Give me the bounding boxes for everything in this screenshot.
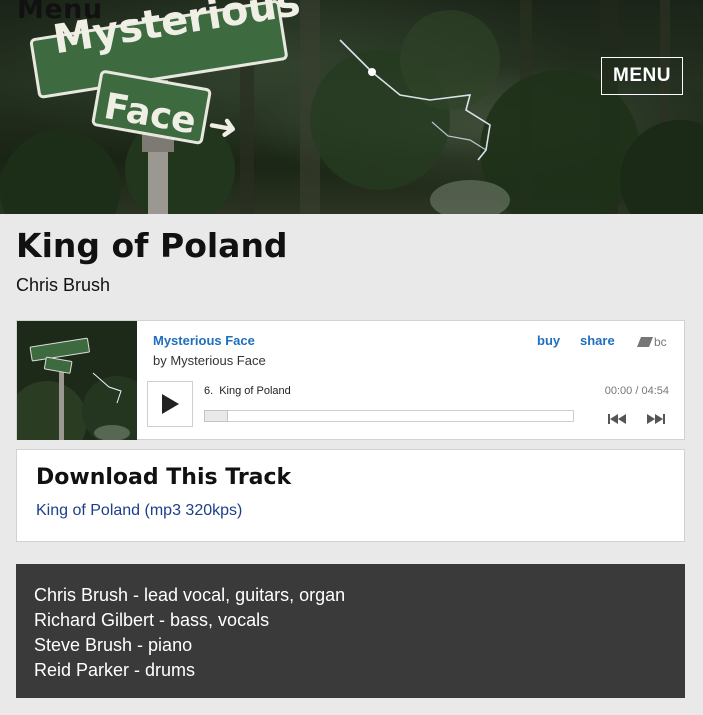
bandcamp-logo-icon — [637, 337, 653, 347]
artist-name: Chris Brush — [16, 275, 111, 295]
skip-back-icon — [608, 414, 626, 424]
skip-forward-icon — [647, 414, 665, 424]
album-art[interactable] — [17, 321, 137, 440]
hero-banner: Mysterious Face ➜ Menu MENU — [0, 0, 703, 214]
download-link[interactable]: King of Poland (mp3 320kps) — [36, 502, 242, 520]
bandcamp-logo[interactable]: bc — [637, 335, 667, 349]
credit-line: Richard Gilbert - bass, vocals — [34, 610, 270, 630]
current-track: 6. King of Poland — [204, 385, 291, 397]
page-title: King of Poland — [16, 226, 288, 265]
time-readout: 00:00 / 04:54 — [604, 385, 669, 397]
menu-button[interactable]: MENU — [601, 57, 683, 95]
credits-panel: Chris Brush - lead vocal, guitars, organ… — [16, 564, 685, 698]
credit-line: Steve Brush - piano — [34, 635, 193, 655]
share-link[interactable]: share — [580, 333, 615, 348]
credit-line: Reid Parker - drums — [34, 660, 196, 680]
bandcamp-logo-label: bc — [654, 335, 667, 349]
credit-line: Chris Brush - lead vocal, guitars, organ — [34, 585, 346, 605]
download-heading: Download This Track — [36, 465, 292, 490]
download-box: Download This Track King of Poland (mp3 … — [16, 449, 685, 542]
next-track-button[interactable] — [647, 410, 665, 429]
previous-track-button[interactable] — [608, 410, 626, 429]
track-name: King of Poland — [219, 385, 291, 397]
album-link[interactable]: Mysterious Face — [153, 333, 255, 348]
buy-link[interactable]: buy — [537, 333, 560, 348]
track-number: 6. — [204, 385, 214, 397]
play-button[interactable] — [147, 381, 193, 427]
progress-bar[interactable] — [204, 410, 574, 422]
album-artist: by Mysterious Face — [153, 353, 266, 368]
bandcamp-player: Mysterious Face by Mysterious Face buy s… — [16, 320, 685, 440]
site-title[interactable]: Menu — [17, 0, 103, 25]
progress-thumb[interactable] — [204, 410, 228, 422]
play-icon — [162, 394, 179, 414]
